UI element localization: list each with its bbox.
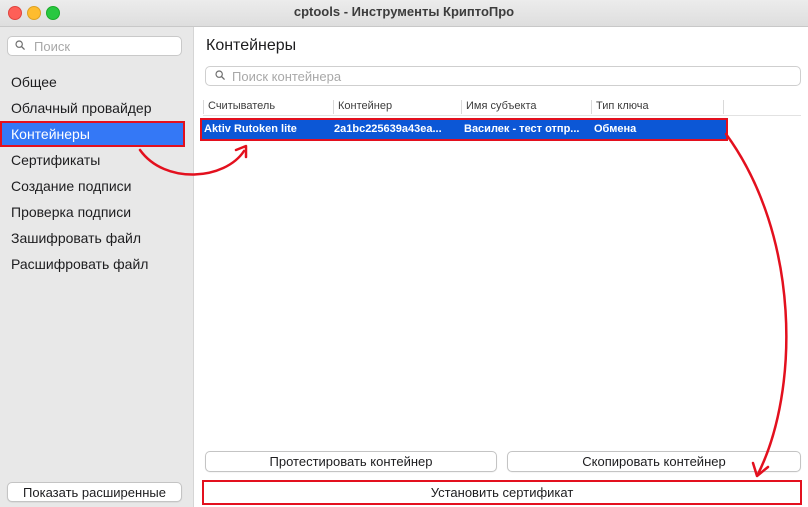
column-header-key-type[interactable]: Тип ключа <box>591 100 723 114</box>
sidebar-item-encrypt-file[interactable]: Зашифровать файл <box>0 225 193 251</box>
sidebar: Общее Облачный провайдер Контейнеры Серт… <box>0 27 194 507</box>
show-extended-button[interactable]: Показать расширенные <box>7 482 182 502</box>
title-bar: cptools - Инструменты КриптоПро <box>0 0 808 27</box>
page-title: Контейнеры <box>206 37 297 54</box>
column-header-reader[interactable]: Считыватель <box>203 100 333 114</box>
cell-key-type: Обмена <box>594 123 637 135</box>
sidebar-nav: Общее Облачный провайдер Контейнеры Серт… <box>0 69 193 277</box>
sidebar-search-input[interactable] <box>34 38 174 54</box>
sidebar-item-decrypt-file[interactable]: Расшифровать файл <box>0 251 193 277</box>
copy-container-button[interactable]: Скопировать контейнер <box>507 451 801 472</box>
container-search-input[interactable] <box>232 68 792 84</box>
sidebar-item-certificates[interactable]: Сертификаты <box>0 147 193 173</box>
container-search[interactable] <box>205 66 801 86</box>
search-icon <box>215 70 225 80</box>
search-icon <box>15 40 25 50</box>
sidebar-search[interactable] <box>7 36 182 56</box>
sidebar-item-cloud-provider[interactable]: Облачный провайдер <box>0 95 193 121</box>
column-header-subject[interactable]: Имя субъекта <box>461 100 591 114</box>
sidebar-item-general[interactable]: Общее <box>0 69 193 95</box>
cell-subject: Василек - тест отпр... <box>464 123 580 135</box>
cell-reader: Aktiv Rutoken lite <box>204 123 297 135</box>
app-window: cptools - Инструменты КриптоПро Общее Об… <box>0 0 808 507</box>
cell-container: 2a1bc225639a43ea... <box>334 123 442 135</box>
install-certificate-button[interactable]: Установить сертификат <box>202 480 802 505</box>
table-row[interactable]: Aktiv Rutoken lite 2a1bc225639a43ea... В… <box>200 118 728 141</box>
table-header: Считыватель Контейнер Имя субъекта Тип к… <box>203 97 801 116</box>
sidebar-item-create-signature[interactable]: Создание подписи <box>0 173 193 199</box>
window-title: cptools - Инструменты КриптоПро <box>293 4 515 19</box>
sidebar-item-containers[interactable]: Контейнеры <box>0 121 185 147</box>
column-header-container[interactable]: Контейнер <box>333 100 461 114</box>
sidebar-item-verify-signature[interactable]: Проверка подписи <box>0 199 193 225</box>
test-container-button[interactable]: Протестировать контейнер <box>205 451 497 472</box>
main-panel: Контейнеры Считыватель Контейнер Имя суб… <box>194 27 808 507</box>
column-header-empty <box>723 100 801 114</box>
